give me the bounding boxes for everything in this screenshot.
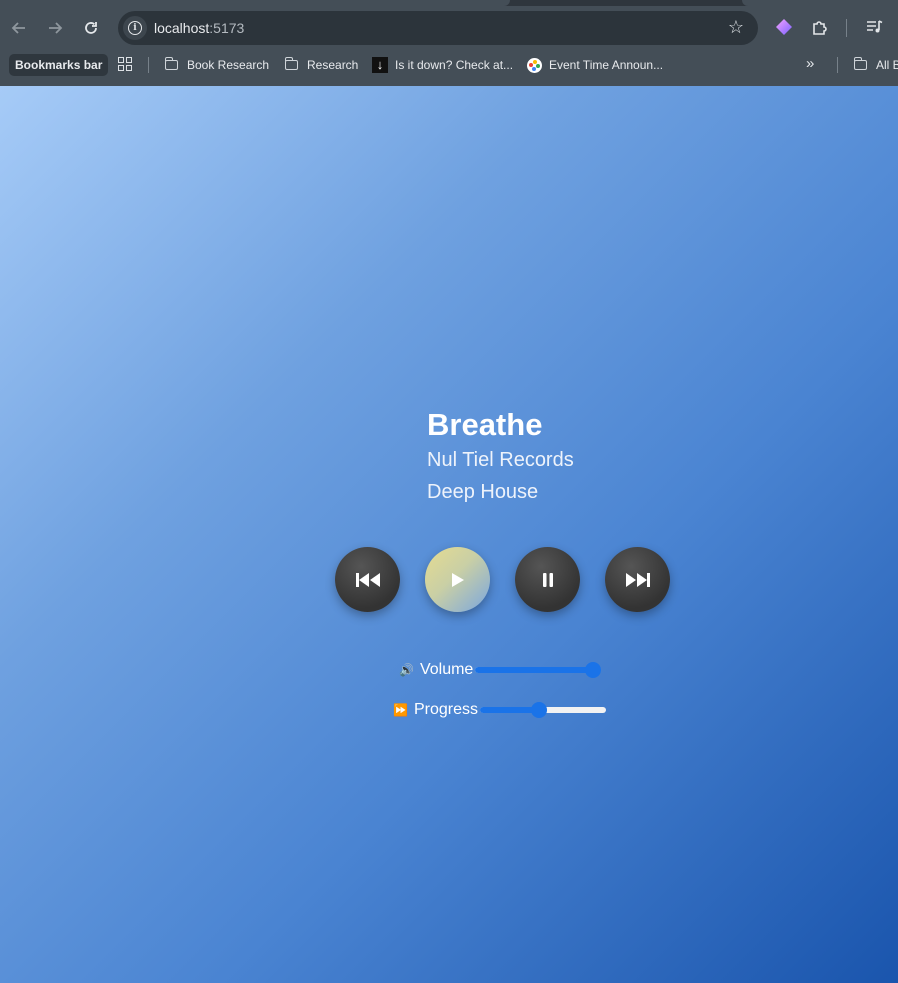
bookmark-star-icon[interactable]: ☆ [728,17,744,38]
progress-slider[interactable] [479,702,606,718]
music-player-page: Breathe Nul Tiel Records Deep House 🔊 Vo… [0,86,898,983]
url-text[interactable]: localhost:5173 [154,20,244,36]
speaker-icon: 🔊 [399,663,414,677]
track-title: Breathe [427,407,543,442]
chevron-double-right-icon[interactable]: » [806,55,814,72]
volume-slider-thumb[interactable] [585,662,602,678]
bookmarks-bar-label[interactable]: Bookmarks bar [9,54,109,76]
url-port: :5173 [209,20,245,36]
extensions-puzzle-icon[interactable] [808,15,832,39]
previous-button[interactable] [335,547,400,612]
fast-forward-icon: ⏩ [393,703,408,717]
pause-icon [542,572,553,587]
skip-back-icon [355,572,380,587]
folder-icon [164,57,178,70]
arrow-right-icon [49,22,63,34]
progress-slider-thumb[interactable] [530,702,547,718]
media-control-icon[interactable] [862,15,886,39]
next-button[interactable] [605,547,670,612]
play-icon [451,572,464,587]
bookmark-label: Event Time Announ... [549,58,664,72]
volume-label: Volume [419,661,474,678]
arrow-left-icon [11,22,25,34]
active-tab[interactable] [0,0,510,6]
track-info: Breathe Nul Tiel Records Deep House [427,406,574,508]
reload-button[interactable] [77,14,105,42]
all-bookmarks-label: All B [876,58,898,72]
browser-chrome: i localhost:5173 ☆ Bookmarks bar Book Re… [0,0,898,86]
volume-control: 🔊 Volume [399,661,602,679]
extension-gem-icon[interactable] [772,15,796,39]
folder-icon [284,57,298,70]
reload-icon [85,22,97,34]
volume-slider-fill [475,667,602,673]
bookmark-label: Book Research [187,58,270,72]
play-button[interactable] [425,547,490,612]
url-host: localhost [154,20,210,36]
volume-slider[interactable] [475,662,602,678]
bookmark-label: Is it down? Check at... [395,58,514,72]
progress-control: ⏩ Progress [393,701,606,719]
bookmarks-divider [148,57,149,73]
tab-strip [0,0,898,6]
bookmark-event-time[interactable]: Event Time Announ... [527,54,663,76]
track-label: Nul Tiel Records [427,449,574,471]
bookmark-research[interactable]: Research [284,54,359,76]
skip-forward-icon [625,572,650,587]
bookmark-book-research[interactable]: Book Research [164,54,270,76]
apps-grid-icon[interactable] [118,57,132,71]
toolbar-divider [846,19,847,37]
track-genre: Deep House [427,481,539,503]
event-icon [527,57,542,73]
folder-icon [853,57,867,70]
bookmarks-divider [837,57,838,73]
other-tab[interactable] [742,0,898,6]
pause-button[interactable] [515,547,580,612]
bookmark-label: Research [307,58,359,72]
bookmark-is-it-down[interactable]: ↓ Is it down? Check at... [372,54,513,76]
back-button[interactable] [5,14,33,42]
forward-button[interactable] [41,14,69,42]
down-arrow-icon: ↓ [372,57,388,73]
all-bookmarks[interactable]: All B [853,54,898,76]
address-bar[interactable]: i localhost:5173 ☆ [118,11,758,45]
site-info-icon[interactable]: i [123,16,147,40]
progress-label: Progress [413,701,478,718]
